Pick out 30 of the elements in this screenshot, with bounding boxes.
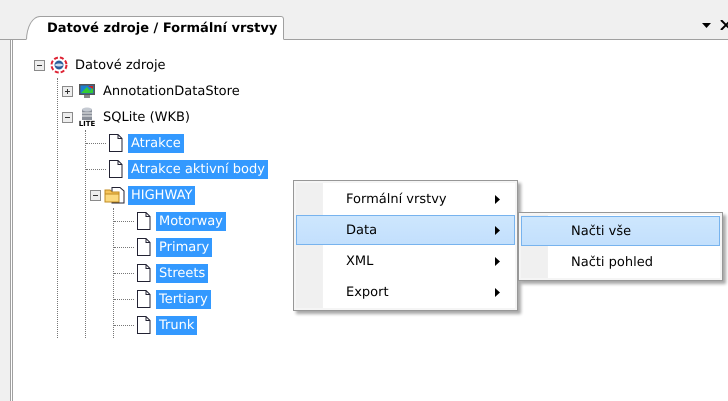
expand-toggle[interactable] [62, 86, 72, 96]
submenu-arrow-icon [495, 194, 500, 204]
tree-item[interactable]: Datové zdroje [72, 56, 169, 74]
globe-ring-icon [50, 56, 68, 74]
tree-item[interactable]: AnnotationDataStore [100, 82, 243, 100]
document-icon [136, 238, 150, 256]
folder-icon [104, 186, 126, 204]
monitor-icon [78, 82, 96, 100]
menu-item[interactable]: XML [296, 246, 515, 276]
dropdown-icon[interactable] [702, 22, 711, 28]
document-icon [136, 290, 150, 308]
panel-tab[interactable]: Datové zdroje / Formální vrstvy [26, 16, 284, 40]
tree-item[interactable]: SQLite (WKB) [100, 108, 194, 126]
document-icon [136, 264, 150, 282]
document-icon [136, 212, 150, 230]
collapse-toggle[interactable] [34, 60, 44, 70]
menu-item[interactable]: Formální vrstvy [296, 184, 515, 214]
submenu-arrow-icon [495, 256, 500, 266]
menu-item[interactable]: Načti vše [521, 216, 720, 246]
document-icon [136, 316, 150, 334]
menu-item[interactable]: Export [296, 277, 515, 307]
database-icon [80, 106, 94, 120]
document-icon [108, 134, 122, 152]
menu-item[interactable]: Načti pohled [521, 247, 720, 277]
submenu-arrow-icon [495, 226, 500, 234]
document-icon [108, 160, 122, 178]
collapse-toggle[interactable] [62, 112, 72, 122]
collapse-toggle[interactable] [90, 190, 100, 200]
submenu-arrow-icon [495, 288, 500, 296]
menu-item[interactable]: Data [296, 215, 515, 245]
